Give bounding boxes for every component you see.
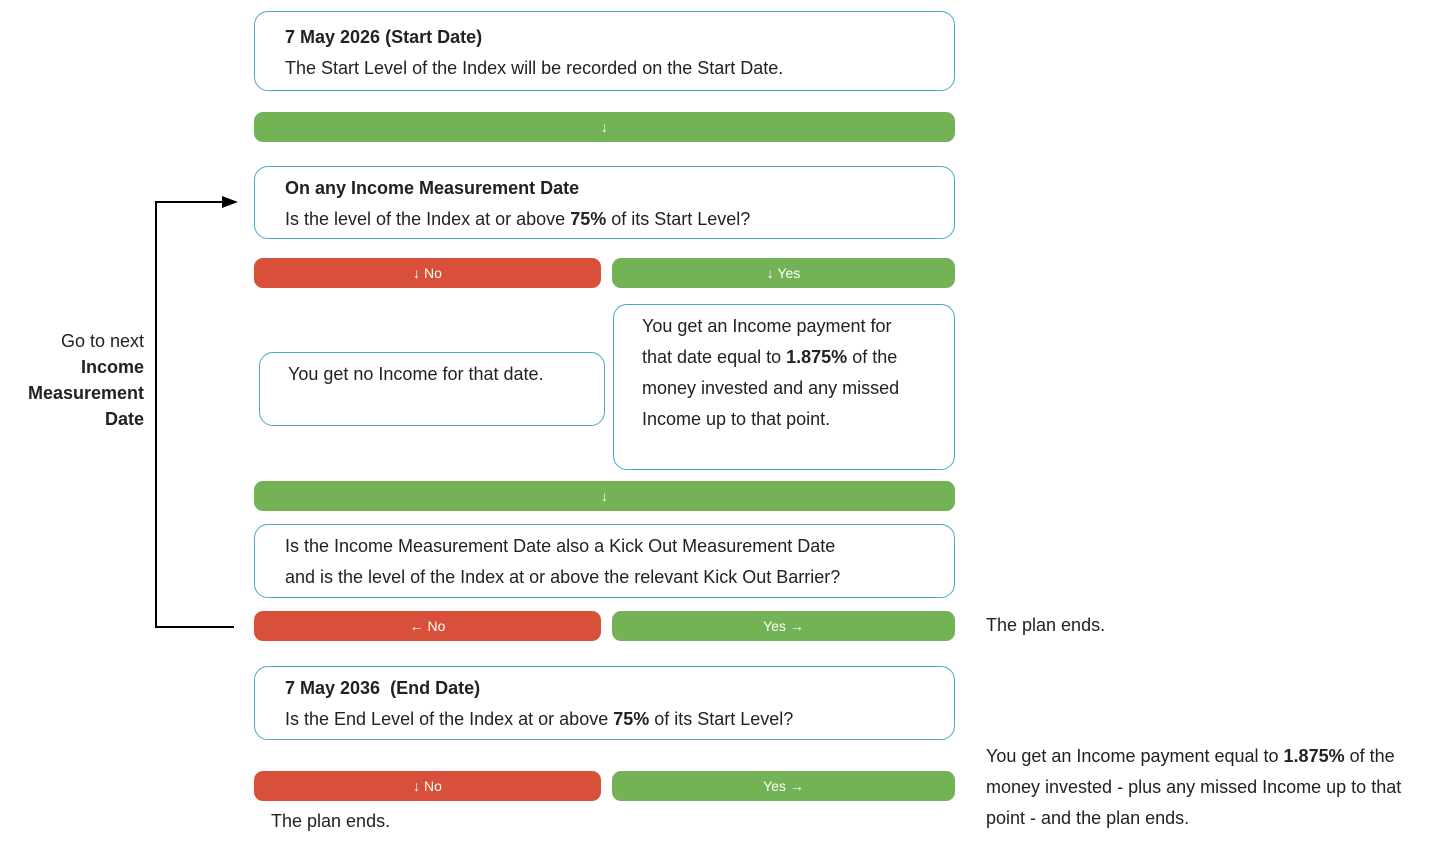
end-question-text-before: Is the End Level of the Index at or abov… [285,709,614,729]
end-no-bar: ↓ No [254,771,601,801]
loop-back-line [155,201,234,628]
end-yes-bar: Yes → [612,771,955,801]
end-threshold-value: 75% [613,709,650,729]
end-question-text-after: of its Start Level? [649,709,794,729]
end-no-label: ↓ No [413,778,442,794]
end-yes-label: Yes → [763,778,804,794]
end-date-title: 7 May 2036 (End Date) [285,678,481,698]
end-no-result-text: The plan ends. [271,811,391,831]
end-yes-result-text: You get an Income payment equal to 1.875… [986,741,1431,834]
end-yes-result-before: You get an Income payment equal to [986,746,1284,766]
end-yes-result-value: 1.875% [1283,746,1345,766]
loop-arrowhead-icon [222,196,238,208]
end-date-question-box: 7 May 2036 (End Date) Is the End Level o… [254,666,955,740]
